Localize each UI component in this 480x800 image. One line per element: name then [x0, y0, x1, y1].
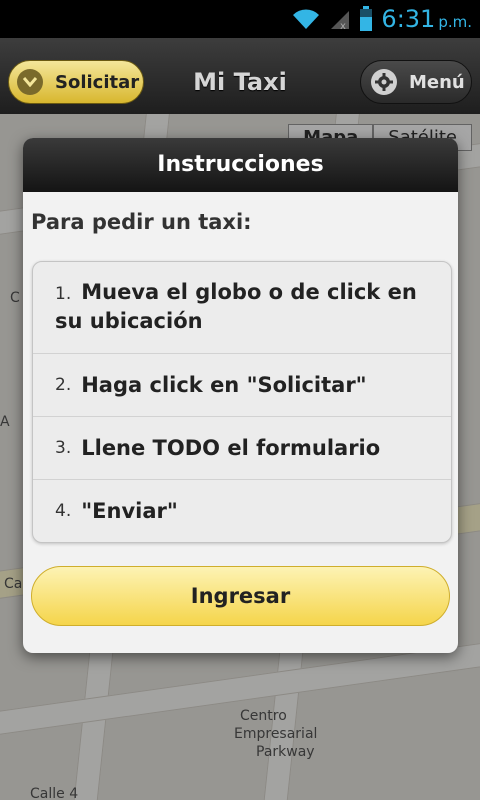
clock-ampm: p.m.	[438, 13, 472, 31]
menu-label: Menú	[409, 71, 465, 93]
step-text: Haga click en "Solicitar"	[81, 372, 367, 397]
step-number: 1.	[55, 284, 72, 304]
wifi-icon	[293, 9, 320, 29]
solicitar-button[interactable]: Solicitar	[8, 60, 144, 104]
instructions-dialog: Instrucciones Para pedir un taxi: 1. Muev…	[23, 138, 458, 653]
step-number: 3.	[55, 438, 72, 458]
svg-text:x: x	[340, 21, 346, 31]
solicitar-label: Solicitar	[55, 71, 140, 93]
step-item: 4. "Enviar"	[33, 479, 451, 542]
dialog-title: Instrucciones	[23, 138, 458, 192]
dialog-intro: Para pedir un taxi:	[31, 210, 252, 234]
battery-icon	[360, 6, 373, 31]
menu-button[interactable]: Menú	[360, 60, 472, 104]
chevron-down-icon	[17, 69, 43, 95]
clock-time: 6:31	[381, 5, 436, 33]
step-number: 2.	[55, 375, 72, 395]
status-bar: x 6:31 p.m.	[0, 0, 480, 38]
step-text: Llene TODO el formulario	[81, 435, 381, 460]
gear-icon	[371, 69, 397, 95]
step-item: 1. Mueva el globo o de click en su ubicac…	[33, 262, 451, 353]
step-text: "Enviar"	[81, 498, 178, 523]
signal-icon: x	[331, 11, 350, 31]
step-item: 3. Llene TODO el formulario	[33, 416, 451, 479]
steps-list: 1. Mueva el globo o de click en su ubicac…	[32, 261, 452, 543]
step-text: Mueva el globo o de click en su ubicació…	[55, 280, 417, 333]
step-item: 2. Haga click en "Solicitar"	[33, 353, 451, 416]
app-header: Mi Taxi Solicitar Menú	[0, 38, 480, 116]
step-number: 4.	[55, 501, 72, 521]
ingresar-button[interactable]: Ingresar	[31, 566, 450, 626]
